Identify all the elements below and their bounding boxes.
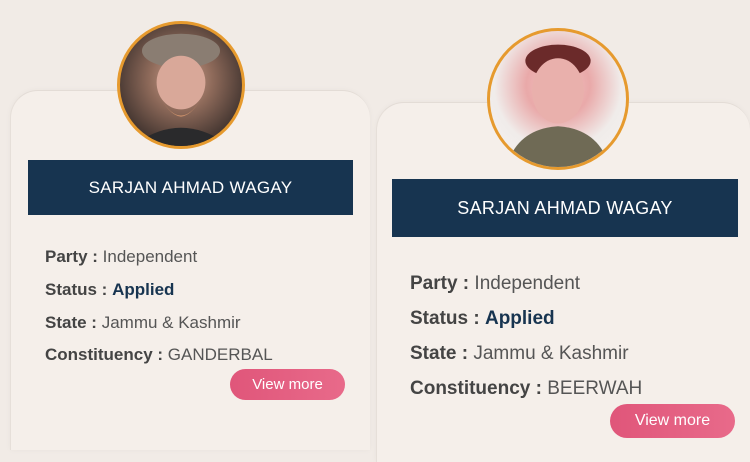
state-value: Jammu & Kashmir [101,313,241,332]
state-row: State : Jammu & Kashmir [45,313,241,333]
party-row: Party : Independent [410,273,580,295]
candidate-photo-image [132,33,230,146]
status-value: Applied [484,308,555,329]
state-label: State : [45,313,97,332]
status-value: Applied [112,280,175,299]
candidate-photo [117,21,245,149]
party-label: Party : [410,273,470,294]
party-value: Independent [102,247,198,266]
party-label: Party : [45,247,98,266]
status-label: Status : [45,280,108,299]
candidate-photo-image [506,44,610,167]
constituency-value: BEERWAH [547,378,643,399]
constituency-row: Constituency : BEERWAH [410,378,642,400]
candidate-name-banner: SARJAN AHMAD WAGAY [28,160,353,215]
state-value: Jammu & Kashmir [473,343,629,364]
view-more-button[interactable]: View more [610,404,735,438]
state-row: State : Jammu & Kashmir [410,343,629,365]
party-row: Party : Independent [45,247,197,267]
constituency-label: Constituency : [410,378,542,399]
candidate-name-banner: SARJAN AHMAD WAGAY [392,179,738,237]
view-more-button[interactable]: View more [230,369,345,400]
constituency-label: Constituency : [45,345,164,364]
constituency-row: Constituency : GANDERBAL [45,345,273,365]
state-label: State : [410,343,469,364]
status-row: Status : Applied [410,308,555,330]
status-label: Status : [410,308,480,329]
constituency-value: GANDERBAL [167,345,273,364]
party-value: Independent [474,273,581,294]
candidate-photo [487,28,629,170]
status-row: Status : Applied [45,280,174,300]
